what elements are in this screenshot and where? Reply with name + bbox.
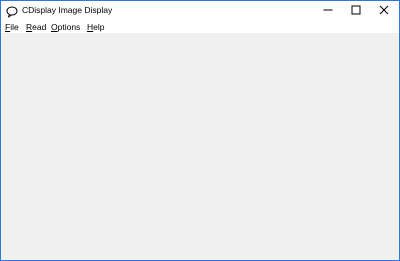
window-title: CDisplay Image Display (22, 5, 113, 15)
image-display-area[interactable] (1, 33, 399, 260)
menu-options[interactable]: Options (51, 21, 80, 33)
minimize-button[interactable] (314, 1, 342, 21)
close-button[interactable] (370, 1, 398, 21)
title-bar[interactable]: CDisplay Image Display (1, 1, 399, 21)
minimize-icon (323, 2, 333, 20)
menu-read[interactable]: Read (26, 21, 46, 33)
menu-file[interactable]: File (5, 21, 19, 33)
menu-options-label: ptions (57, 22, 81, 32)
menu-help[interactable]: Help (87, 21, 104, 33)
close-icon (379, 2, 389, 20)
menu-file-label: ile (10, 22, 19, 32)
menu-options-accelerator: O (51, 22, 58, 32)
maximize-icon (351, 2, 361, 20)
menu-help-label: elp (93, 22, 105, 32)
menu-read-label: ead (32, 22, 47, 32)
speech-bubble-icon[interactable] (6, 5, 18, 18)
maximize-button[interactable] (342, 1, 370, 21)
app-window: CDisplay Image Display File Read Options… (0, 0, 400, 261)
menu-bar: File Read Options Help (1, 21, 399, 33)
